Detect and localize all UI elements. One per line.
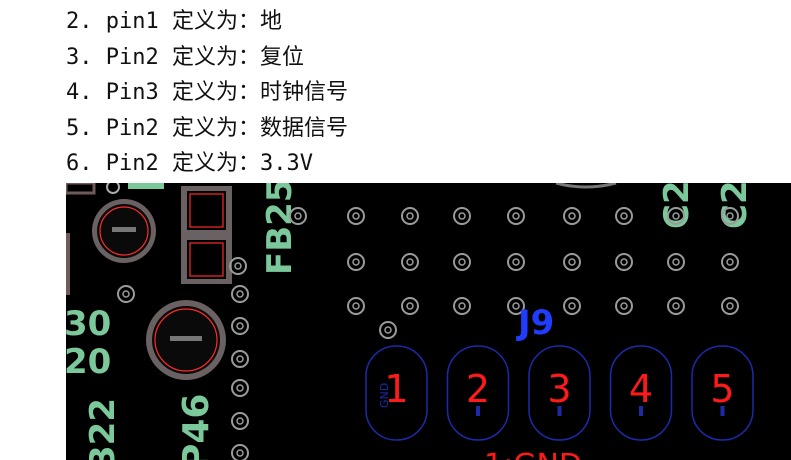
- pcb-layout-image: 30 20 322 P46 FB25 C2 C2 J9 1GND2345 1:G…: [66, 183, 791, 460]
- pin-number-5: 5: [710, 367, 734, 411]
- definition-line-pin2-data: 5. Pin2 定义为：数据信号: [66, 115, 348, 141]
- silk-label-p46: P46: [176, 394, 217, 460]
- definition-line-pin2-power: 6. Pin2 定义为：3.3V: [66, 151, 313, 176]
- silk-fragment: [128, 183, 140, 189]
- silk-label-c2-left: C2: [657, 183, 697, 229]
- edge-fragment: [66, 273, 70, 295]
- definition-line-pin2-reset: 3. Pin2 定义为：复位: [66, 44, 304, 70]
- round-component-mark: [170, 336, 202, 341]
- pin-number-2: 2: [466, 367, 490, 411]
- silk-label-fb25: FB25: [260, 183, 300, 275]
- pin-number-4: 4: [629, 367, 653, 411]
- pin-mark: [557, 406, 562, 416]
- silk-label-322: 322: [83, 398, 123, 460]
- silk-label-20: 20: [66, 342, 111, 382]
- bottom-net-label: 1:GND: [484, 448, 582, 460]
- silk-label-30: 30: [66, 304, 111, 344]
- connector-designator: J9: [516, 303, 554, 343]
- definition-line-pin3-clock: 4. Pin3 定义为：时钟信号: [66, 80, 348, 105]
- pin-number-3: 3: [547, 367, 571, 411]
- silk-fragment: [140, 183, 164, 189]
- pin-name-label: GND: [378, 383, 391, 408]
- pin-mark: [476, 406, 480, 416]
- definition-line-pin1: 2. pin1 定义为：地: [66, 9, 282, 34]
- edge-fragment: [66, 233, 70, 273]
- pin-mark: [639, 406, 643, 416]
- round-component-mark: [112, 227, 136, 232]
- smd-pad-body: [187, 240, 226, 279]
- smd-pad-body: [187, 191, 226, 230]
- pin-mark: [720, 406, 725, 416]
- definition-list: 2. pin1 定义为：地 3. Pin2 定义为：复位 4. Pin3 定义为…: [66, 4, 348, 182]
